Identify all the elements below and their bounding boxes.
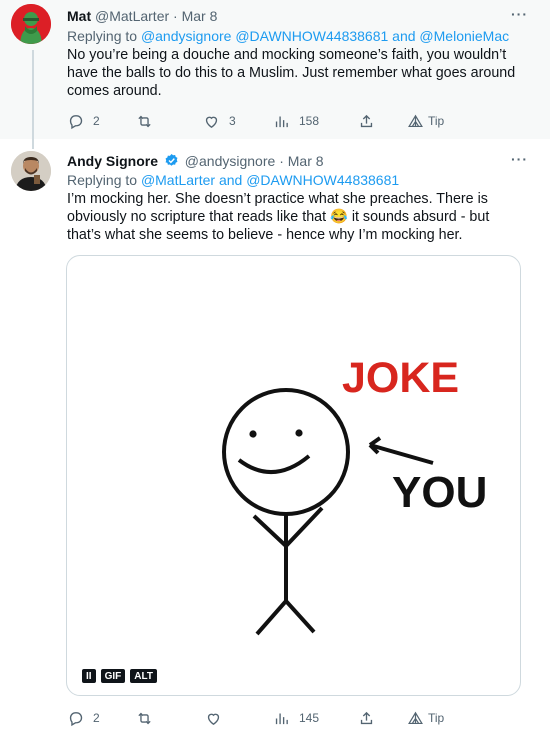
views-icon [275, 116, 288, 127]
tweet-text: No you’re being a douche and mocking som… [67, 47, 516, 99]
views-button[interactable]: 145 [273, 708, 319, 728]
gif-media[interactable]: JOKE YOU II GIF ALT [66, 255, 521, 696]
like-count: 3 [229, 114, 236, 128]
you-text: YOU [392, 468, 487, 517]
replying-to: Replying to @MatLarter and @DAWNHOW44838… [67, 171, 399, 189]
views-icon [275, 713, 288, 724]
view-count: 158 [299, 114, 320, 128]
display-name[interactable]: Andy Signore [67, 153, 158, 169]
avatar[interactable] [11, 151, 51, 191]
share-icon [360, 114, 373, 127]
view-count: 145 [299, 711, 320, 725]
tweet-header: Mat @MatLarter · Mar 8 [67, 7, 217, 25]
retweet-button[interactable] [136, 708, 162, 728]
media-badges: II GIF ALT [81, 668, 158, 684]
tip-button[interactable]: Tip [407, 111, 444, 131]
more-options-icon[interactable]: ··· [511, 6, 528, 22]
replying-to-users[interactable]: @andysignore @DAWNHOW44838681 and @Melon… [141, 28, 509, 44]
share-icon [360, 711, 373, 724]
tweet-actions: 2 145 Tip [67, 708, 487, 728]
tip-icon [408, 114, 423, 127]
replying-to-users[interactable]: @MatLarter and @DAWNHOW44838681 [141, 172, 399, 188]
like-button[interactable] [205, 708, 231, 728]
timestamp[interactable]: Mar 8 [182, 8, 218, 24]
separator: · [173, 8, 178, 24]
reply-button[interactable]: 2 [67, 111, 100, 131]
retweet-icon [138, 712, 151, 724]
share-button[interactable] [358, 111, 375, 131]
alt-text-button[interactable]: ALT [129, 668, 158, 684]
tip-label: Tip [428, 114, 445, 128]
pause-button[interactable]: II [81, 668, 97, 684]
verified-badge-icon [165, 153, 178, 166]
views-button[interactable]: 158 [273, 111, 319, 131]
tip-label: Tip [428, 711, 445, 725]
stick-figure-gif: JOKE YOU [222, 354, 487, 636]
avatar[interactable] [11, 4, 51, 44]
retweet-icon [138, 115, 151, 127]
heart-icon [205, 116, 218, 128]
display-name[interactable]: Mat [67, 8, 91, 24]
tweet-actions: 2 3 158 Tip [67, 111, 487, 131]
gif-badge: GIF [99, 668, 127, 684]
tip-button[interactable]: Tip [407, 708, 444, 728]
tweet-header: Andy Signore @andysignore · Mar 8 [67, 152, 324, 170]
handle[interactable]: @MatLarter [95, 8, 169, 24]
reply-count: 2 [93, 711, 100, 725]
heart-icon [207, 713, 220, 725]
joke-text: JOKE [342, 354, 459, 402]
like-button[interactable]: 3 [203, 111, 236, 131]
thread-line [32, 50, 34, 139]
tip-icon [408, 711, 423, 724]
reply-count: 2 [93, 114, 100, 128]
timestamp[interactable]: Mar 8 [288, 153, 324, 169]
tweet-mat[interactable]: Mat @MatLarter · Mar 8 ··· Replying to @… [0, 0, 550, 139]
tweet-text: I’m mocking her. She doesn’t practice wh… [67, 191, 490, 243]
reply-button[interactable]: 2 [67, 708, 100, 728]
thread-line-top [32, 139, 34, 149]
retweet-button[interactable] [136, 111, 162, 131]
separator: · [279, 153, 284, 169]
replying-prefix: Replying to [67, 28, 138, 44]
replying-prefix: Replying to [67, 172, 138, 188]
reply-icon [69, 114, 83, 129]
share-button[interactable] [358, 708, 375, 728]
replying-to: Replying to @andysignore @DAWNHOW4483868… [67, 27, 509, 45]
more-options-icon[interactable]: ··· [511, 151, 528, 167]
handle[interactable]: @andysignore [185, 153, 276, 169]
tweet-andy[interactable]: Andy Signore @andysignore · Mar 8 ··· Re… [0, 139, 550, 743]
reply-icon [69, 711, 83, 726]
